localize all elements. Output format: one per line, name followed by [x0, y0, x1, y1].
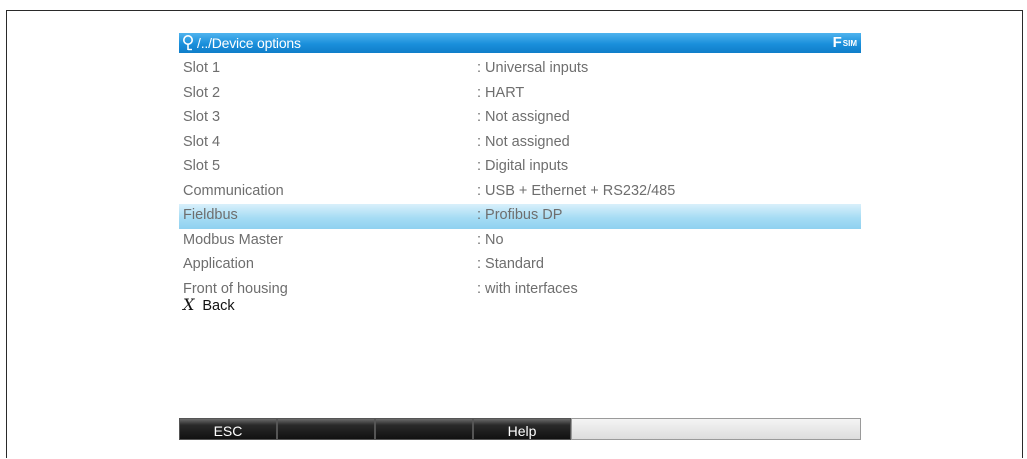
- option-label: Slot 3: [183, 109, 221, 125]
- option-value: : Digital inputs: [477, 158, 569, 174]
- badge-sub: SIM: [842, 39, 857, 48]
- softkey-help[interactable]: Help: [473, 418, 571, 440]
- option-value: : No: [477, 231, 504, 248]
- option-value: : HART: [477, 84, 525, 101]
- back-label: Back: [202, 298, 235, 314]
- options-list: Slot 1 : Universal inputs Slot 2 : HART …: [179, 57, 861, 302]
- option-label: Communication: [183, 182, 284, 199]
- list-item[interactable]: Modbus Master : No: [179, 229, 861, 254]
- softkey-esc[interactable]: ESC: [179, 418, 277, 440]
- option-value: : Not assigned: [477, 109, 570, 125]
- list-item-selected[interactable]: Fieldbus : Profibus DP: [179, 204, 861, 229]
- option-label: Fieldbus: [183, 207, 238, 223]
- list-item[interactable]: Slot 1 : Universal inputs: [179, 57, 861, 82]
- softkey-3[interactable]: [375, 418, 473, 440]
- option-value: : Standard: [477, 256, 544, 272]
- option-value: : USB + Ethernet + RS232/485: [477, 182, 676, 199]
- option-label: Application: [183, 256, 254, 272]
- softkey-5[interactable]: [571, 418, 861, 440]
- option-label: Slot 5: [183, 158, 221, 174]
- option-label: Slot 2: [183, 84, 221, 101]
- list-item[interactable]: Application : Standard: [179, 253, 861, 278]
- simulation-badge: F SIM: [833, 34, 857, 52]
- list-item[interactable]: Front of housing : with interfaces: [179, 278, 861, 303]
- badge-main: F: [832, 34, 842, 51]
- breadcrumb: /../Device options: [197, 35, 301, 51]
- title-bar: /../Device options F SIM: [179, 33, 861, 53]
- back-x-icon: X: [183, 295, 195, 314]
- option-value: : Profibus DP: [477, 207, 563, 223]
- option-value: : Not assigned: [477, 133, 570, 150]
- option-label: Slot 1: [183, 60, 221, 76]
- option-label: Slot 4: [183, 133, 221, 150]
- list-item[interactable]: Slot 5 : Digital inputs: [179, 155, 861, 180]
- back-item[interactable]: X Back: [183, 295, 235, 314]
- option-value: : Universal inputs: [477, 60, 589, 76]
- option-label: Modbus Master: [183, 231, 283, 248]
- list-item[interactable]: Slot 3 : Not assigned: [179, 106, 861, 131]
- location-pin-icon: [183, 35, 193, 51]
- softkey-2[interactable]: [277, 418, 375, 440]
- list-item[interactable]: Slot 2 : HART: [179, 82, 861, 107]
- list-item[interactable]: Slot 4 : Not assigned: [179, 131, 861, 156]
- softkey-bar: ESC Help: [179, 418, 861, 440]
- option-value: : with interfaces: [477, 280, 578, 297]
- list-item[interactable]: Communication : USB + Ethernet + RS232/4…: [179, 180, 861, 205]
